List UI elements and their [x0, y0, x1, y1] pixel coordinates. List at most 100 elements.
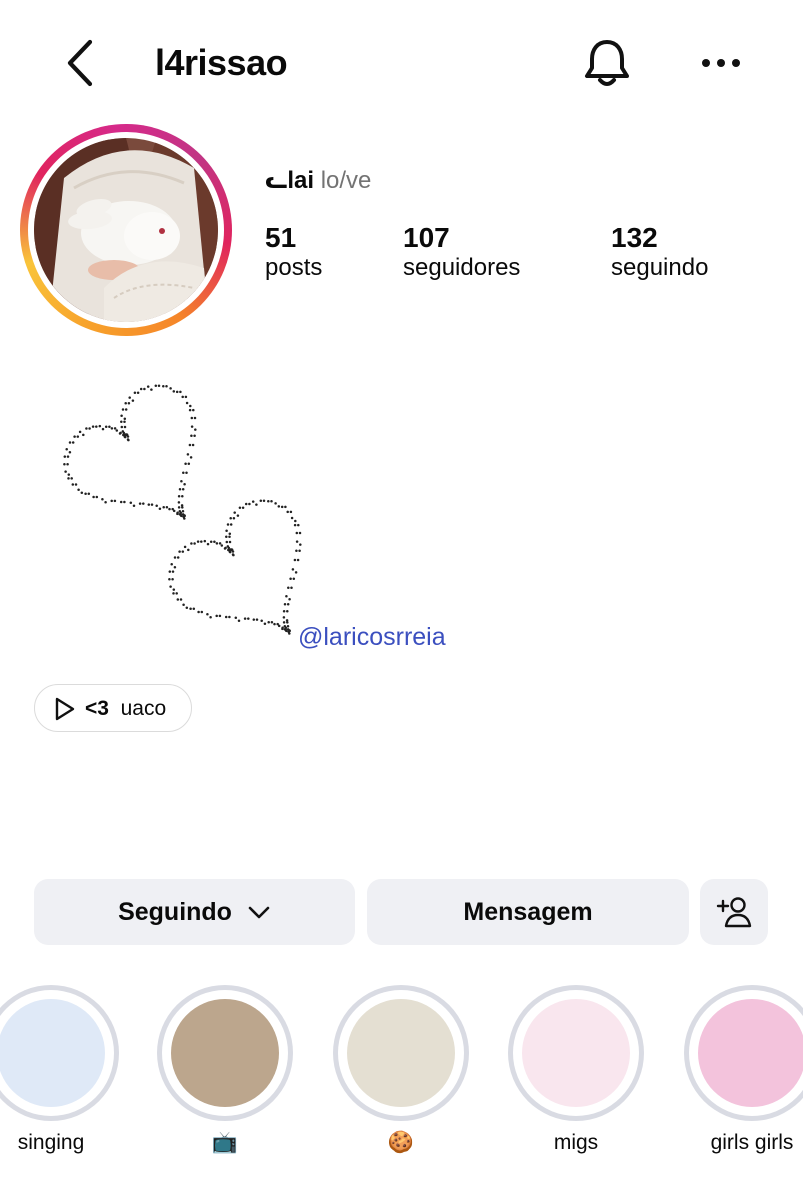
art-dot [181, 509, 185, 513]
art-dot [155, 504, 158, 508]
art-dot [162, 506, 165, 509]
highlight-cover [347, 999, 455, 1107]
art-dot [66, 455, 70, 458]
stat-posts[interactable]: 51 posts [265, 222, 322, 282]
art-dot [179, 598, 183, 601]
highlight-item[interactable] [157, 985, 293, 1121]
stat-following[interactable]: 132 seguindo [611, 222, 708, 282]
notifications-button[interactable] [580, 36, 634, 90]
art-dot [158, 507, 162, 511]
art-dot [113, 499, 117, 503]
art-dot [282, 610, 286, 613]
art-dot [196, 540, 200, 543]
art-dot [181, 395, 184, 399]
art-dot [228, 532, 232, 535]
bio-mention-link[interactable]: @laricosrreia [298, 622, 446, 652]
art-dot [181, 487, 185, 491]
profile-username: l4rissao [155, 42, 288, 83]
art-dot [127, 402, 131, 405]
art-dot [128, 396, 131, 399]
stat-value: 107 [403, 222, 450, 253]
art-dot [121, 408, 125, 411]
highlight-item[interactable] [684, 985, 803, 1121]
art-dot [290, 586, 293, 589]
art-dot [277, 505, 281, 508]
art-dot [191, 443, 195, 447]
art-dot [168, 507, 171, 511]
art-dot [147, 503, 151, 506]
art-dot [289, 510, 293, 514]
art-dot [184, 462, 187, 465]
add-user-icon [716, 897, 752, 928]
suggest-users-button[interactable] [700, 879, 768, 945]
art-dot [288, 632, 291, 635]
highlight-label: 🍪 [387, 1131, 415, 1154]
art-dot [87, 492, 91, 496]
message-button[interactable]: Mensagem [367, 879, 689, 945]
art-dot [123, 435, 127, 438]
art-dot [177, 506, 181, 509]
art-dot [171, 570, 175, 573]
reel-chip-text: uaco [120, 697, 167, 720]
more-options-button[interactable] [696, 40, 746, 86]
art-dot [73, 435, 76, 438]
art-dot [263, 622, 267, 626]
art-dot [133, 391, 137, 395]
avatar-photo [34, 138, 218, 322]
art-dot [299, 543, 302, 546]
art-dot [197, 610, 200, 614]
art-dot [74, 483, 78, 486]
art-dot [296, 558, 300, 562]
avatar[interactable] [34, 138, 218, 322]
art-dot [225, 540, 229, 544]
art-dot [64, 470, 67, 473]
reel-link-chip[interactable]: <3 uaco [34, 684, 192, 732]
art-dot [150, 388, 153, 391]
art-dot [120, 414, 123, 417]
art-dot [82, 433, 85, 437]
art-dot [236, 514, 240, 517]
art-dot [173, 566, 177, 569]
art-dot [225, 529, 228, 532]
art-dot [85, 427, 88, 430]
highlight-item[interactable] [333, 985, 469, 1121]
art-dot [115, 429, 119, 432]
art-dot [192, 607, 196, 611]
art-dot [110, 499, 113, 503]
art-dot [80, 491, 84, 494]
art-dot [247, 617, 250, 620]
following-button[interactable]: Seguindo [34, 879, 355, 945]
art-dot [84, 492, 87, 496]
art-dot [187, 548, 190, 552]
back-button[interactable] [60, 38, 104, 88]
art-dot [294, 571, 298, 574]
art-dot [228, 540, 232, 544]
art-dot [170, 563, 173, 566]
art-dot [270, 621, 274, 624]
art-dot [259, 499, 263, 502]
stat-label: seguindo [611, 254, 709, 281]
stat-followers[interactable]: 107 seguidores [403, 222, 520, 282]
art-dot [294, 519, 297, 523]
art-dot [190, 542, 193, 545]
art-dot [142, 502, 145, 505]
art-dot [206, 613, 209, 616]
art-dot [292, 577, 296, 580]
art-dot [213, 540, 216, 543]
art-dot [124, 402, 127, 405]
art-dot [168, 577, 171, 581]
highlight-item[interactable] [0, 985, 119, 1121]
art-dot [65, 448, 68, 451]
art-dot [255, 503, 258, 506]
art-dot [234, 616, 238, 620]
art-dot [193, 434, 196, 437]
art-dot [95, 495, 99, 499]
highlight-label: migs [553, 1131, 599, 1154]
art-dot [63, 455, 67, 458]
art-dot [186, 453, 190, 456]
highlight-item[interactable] [508, 985, 644, 1121]
art-dot [187, 462, 191, 465]
highlight-cover [698, 999, 803, 1107]
art-dot [176, 598, 180, 601]
art-dot [224, 546, 227, 550]
